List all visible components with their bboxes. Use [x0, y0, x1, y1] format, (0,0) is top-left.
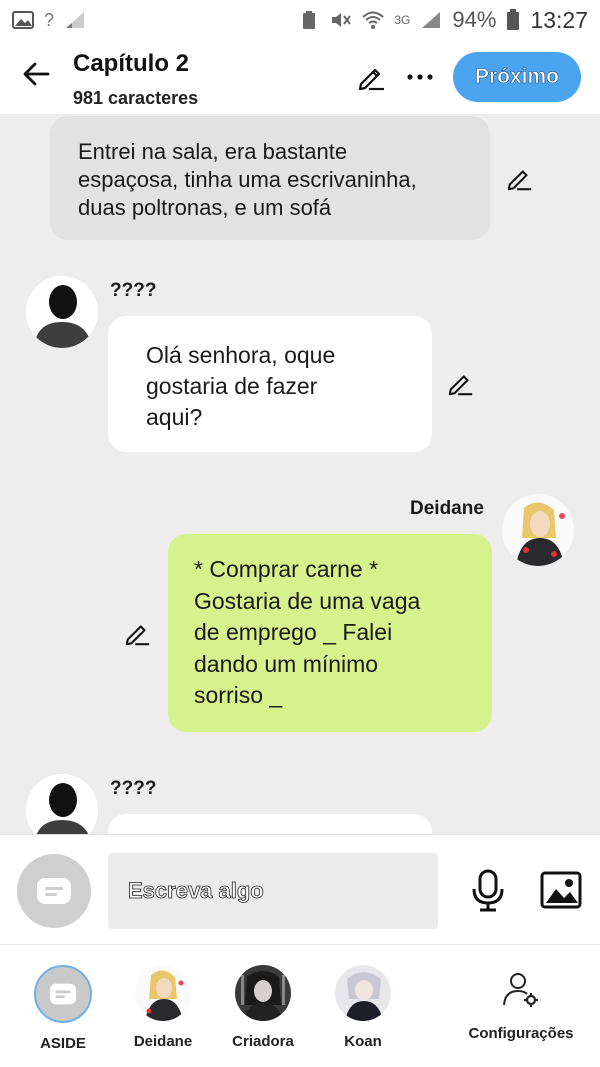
character-avatar-image	[335, 965, 391, 1021]
more-options-icon[interactable]	[404, 62, 436, 92]
message-composer: Escreva algo	[0, 834, 600, 944]
message-line: de emprego _ Falei	[194, 619, 393, 645]
signal-weak-icon	[66, 12, 85, 28]
chapter-header: Capítulo 2 981 caracteres Próximo	[0, 40, 600, 114]
message-line: sorriso _	[194, 682, 283, 708]
chat-bubble-icon	[37, 878, 71, 904]
gallery-notification-icon	[12, 11, 34, 29]
nav-item-aside[interactable]: ASIDE	[18, 965, 108, 1052]
default-silhouette-icon	[26, 774, 98, 834]
nav-label: Deidane	[133, 1033, 193, 1050]
message-line: espaçosa, tinha uma escrivaninha,	[78, 167, 417, 192]
signal-icon	[422, 12, 441, 28]
avatar[interactable]	[26, 276, 98, 348]
user-settings-icon	[503, 973, 538, 1007]
avatar	[135, 965, 191, 1021]
edit-message-icon[interactable]	[506, 164, 534, 192]
battery-saver-icon	[303, 11, 316, 29]
back-arrow-icon[interactable]	[20, 58, 52, 90]
nav-item-deidane[interactable]: Deidane	[118, 965, 208, 1050]
status-right: 3G 94% 13:27	[298, 7, 588, 34]
message-feed[interactable]: Entrei na sala, era bastante espaçosa, t…	[0, 114, 600, 834]
nav-item-settings[interactable]: Configurações	[466, 969, 576, 1042]
character-name: ????	[110, 778, 157, 799]
message-line: * Comprar carne *	[194, 556, 379, 582]
mute-icon	[332, 13, 352, 27]
network-type: 3G	[394, 13, 411, 27]
incoming-message-bubble[interactable]	[108, 814, 432, 834]
nav-label: Koan	[344, 1033, 382, 1050]
message-line: duas poltronas, e um sofá	[78, 195, 332, 220]
avatar[interactable]	[502, 494, 574, 566]
chapter-title: Capítulo 2	[73, 50, 190, 77]
narrator-toggle-button[interactable]	[17, 854, 91, 928]
microphone-icon[interactable]	[470, 869, 506, 913]
nav-label: Configurações	[468, 1025, 574, 1042]
avatar[interactable]	[26, 774, 98, 834]
edit-message-icon[interactable]	[124, 619, 152, 647]
character-name: ????	[110, 280, 157, 301]
status-bar: ? 3G 94% 13:27	[0, 0, 600, 40]
clock: 13:27	[530, 6, 588, 33]
battery-icon	[507, 9, 520, 30]
message-line: dando um mínimo	[194, 650, 379, 677]
message-line: Gostaria de uma vaga	[194, 587, 421, 614]
aside-avatar	[34, 965, 92, 1023]
nav-item-koan[interactable]: Koan	[318, 965, 408, 1050]
next-button[interactable]: Próximo	[453, 52, 581, 102]
character-avatar-image	[502, 494, 574, 566]
sim-indicator: ?	[44, 9, 55, 30]
nav-label: ASIDE	[40, 1035, 86, 1052]
character-count: 981 caracteres	[73, 88, 199, 108]
status-left: ?	[12, 10, 86, 31]
message-line: Entrei na sala, era bastante	[78, 139, 348, 164]
message-line: gostaria de fazer	[146, 373, 318, 399]
incoming-message-bubble[interactable]: Olá senhora, oque gostaria de fazer aqui…	[108, 316, 432, 452]
bottom-navigation: ASIDE Deidane Criadora Koan Configuraçõe…	[0, 944, 600, 1067]
default-silhouette-icon	[26, 276, 98, 348]
wifi-icon	[362, 11, 385, 29]
character-avatar-image	[135, 965, 191, 1021]
character-name: Deidane	[410, 498, 484, 519]
edit-message-icon[interactable]	[447, 369, 475, 397]
avatar	[235, 965, 291, 1021]
message-line: aqui?	[146, 404, 203, 430]
image-icon[interactable]	[540, 871, 582, 909]
outgoing-message-bubble[interactable]: * Comprar carne * Gostaria de uma vaga d…	[168, 534, 492, 732]
narration-bubble[interactable]: Entrei na sala, era bastante espaçosa, t…	[50, 116, 490, 240]
avatar	[335, 965, 391, 1021]
chat-bubble-icon	[49, 983, 77, 1005]
message-input[interactable]: Escreva algo	[108, 853, 438, 929]
nav-item-criadora[interactable]: Criadora	[218, 965, 308, 1050]
pencil-icon[interactable]	[356, 62, 386, 92]
message-line: Olá senhora, oque	[146, 342, 336, 368]
nav-label: Criadora	[232, 1033, 294, 1050]
character-avatar-image	[235, 965, 291, 1021]
battery-percent: 94%	[452, 7, 497, 32]
